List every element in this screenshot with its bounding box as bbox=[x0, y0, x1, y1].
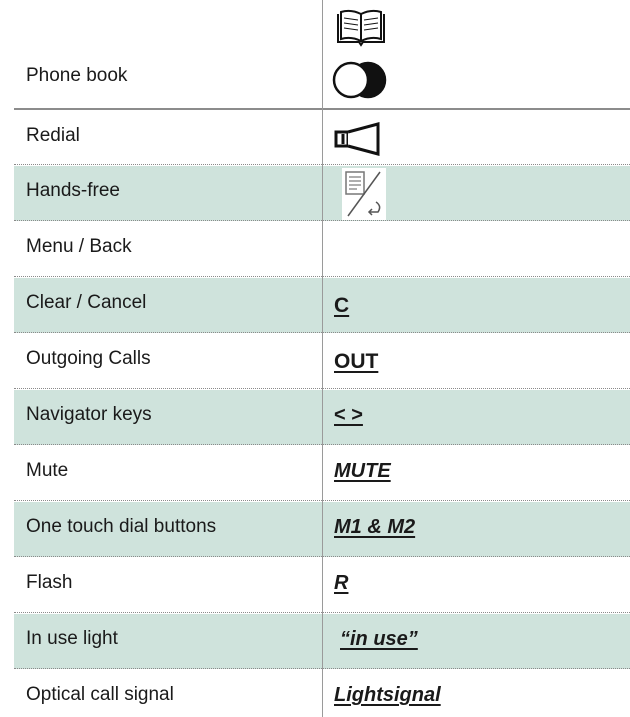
row-label: Optical call signal bbox=[26, 684, 174, 705]
row-label: One touch dial buttons bbox=[26, 516, 217, 537]
outgoing-key-symbol: OUT bbox=[334, 350, 379, 373]
clear-key-symbol: C bbox=[334, 294, 350, 317]
row-label: Outgoing Calls bbox=[26, 348, 151, 369]
row-label: Flash bbox=[26, 572, 73, 593]
dual-circle-icon bbox=[332, 60, 388, 100]
column-divider bbox=[322, 0, 323, 717]
open-book-icon bbox=[335, 8, 387, 48]
row-label: Navigator keys bbox=[26, 404, 152, 425]
row-label: Phone book bbox=[26, 65, 128, 86]
row-label: Redial bbox=[26, 125, 80, 146]
row-label: Hands-free bbox=[26, 180, 120, 201]
row-label: Clear / Cancel bbox=[26, 292, 147, 313]
mute-key-symbol: MUTE bbox=[334, 460, 391, 482]
speaker-icon bbox=[334, 122, 386, 156]
in-use-symbol: “in use” bbox=[340, 628, 418, 650]
note-back-icon bbox=[342, 168, 386, 220]
flash-key-symbol: R bbox=[334, 572, 349, 594]
row-label: In use light bbox=[26, 628, 118, 649]
navigator-key-symbol: < > bbox=[334, 404, 363, 426]
lightsignal-symbol: Lightsignal bbox=[334, 684, 441, 706]
row-label: Mute bbox=[26, 460, 69, 481]
one-touch-key-symbol: M1 & M2 bbox=[334, 516, 416, 538]
row-label: Menu / Back bbox=[26, 236, 132, 257]
